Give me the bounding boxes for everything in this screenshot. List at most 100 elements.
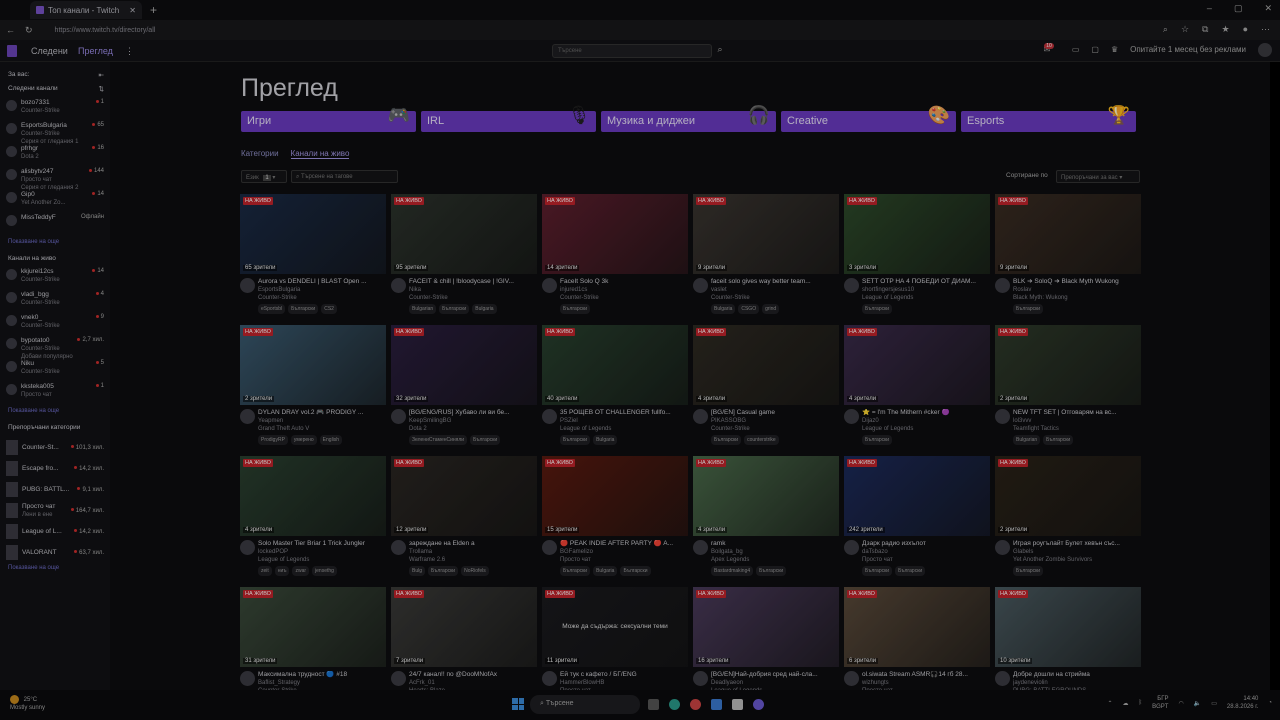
stream-title[interactable]: 35 РОЩЕВ ОТ CHALLENGER fullfo...: [560, 409, 688, 417]
tag[interactable]: Български: [862, 435, 893, 445]
channel-avatar[interactable]: [391, 278, 406, 293]
sidebar-category[interactable]: League of L... 14,2 хил.: [6, 521, 104, 542]
sidebar-channel-pfrhgr[interactable]: pfrhgr Dota 2 16: [6, 145, 104, 168]
tag[interactable]: Български: [560, 566, 591, 576]
channel-avatar[interactable]: [542, 278, 557, 293]
channel-avatar[interactable]: [542, 540, 557, 555]
channel-avatar[interactable]: [844, 671, 859, 686]
category-creative[interactable]: Creative 🎨: [781, 105, 956, 132]
inbox-icon[interactable]: ▭: [1072, 45, 1080, 54]
crown-icon[interactable]: ♛: [1111, 45, 1118, 54]
stream-thumbnail[interactable]: НА ЖИВО 2 зрители: [240, 325, 386, 405]
task-view-icon[interactable]: [648, 699, 659, 710]
channel-avatar[interactable]: [844, 278, 859, 293]
sidebar-category[interactable]: Escape fro... 14,2 хил.: [6, 458, 104, 479]
stream-title[interactable]: Ей тук с кафето / БГ/ENG: [560, 671, 688, 679]
store-icon[interactable]: [711, 699, 722, 710]
sidebar-channel-esportsbulgaria[interactable]: EsportsBulgaria Counter-Strike Серия от гл…: [6, 122, 104, 145]
stream-thumbnail[interactable]: НА ЖИВО 95 зрители: [391, 194, 537, 274]
stream-thumbnail[interactable]: НА ЖИВО 7 зрители: [391, 587, 537, 667]
sidebar-category[interactable]: VALORANT 63,7 хил.: [6, 542, 104, 563]
language-indicator[interactable]: БГР BGPT: [1152, 695, 1168, 711]
game-name[interactable]: Counter-Strike: [409, 294, 537, 302]
tag[interactable]: Български: [862, 304, 893, 314]
stream-card[interactable]: НА ЖИВО 4 зрители [BG/EN] Casual game PIKAS…: [693, 325, 839, 452]
stream-card[interactable]: НА ЖИВО 2 зрители NEW TFT SET | Отговарям …: [995, 325, 1141, 452]
tag[interactable]: Български: [560, 304, 591, 314]
stream-card[interactable]: НА ЖИВО 9 зрители BLK ➔ SoloQ ➔ Black Myth…: [995, 194, 1141, 321]
stream-thumbnail[interactable]: НА ЖИВО 4 зрители: [240, 456, 386, 536]
nav-browse[interactable]: Преглед: [78, 46, 113, 56]
category-irl[interactable]: IRL 🎙: [421, 105, 596, 132]
sort-select[interactable]: Препоръчани за вас ▾: [1056, 170, 1140, 183]
game-name[interactable]: League of Legends: [258, 556, 386, 564]
menu-icon[interactable]: ⋯: [1261, 24, 1270, 35]
weather-widget[interactable]: 25°C Mostly sunny: [10, 695, 45, 712]
stream-card[interactable]: НА ЖИВО 16 зрители [BG/EN]Най-добрия сред …: [693, 587, 839, 690]
tab-live-channels[interactable]: Канали на живо: [290, 149, 350, 159]
sidebar-channel-gip0[interactable]: Gip0 Yet Another Zo... 14: [6, 191, 104, 214]
stream-thumbnail[interactable]: НА ЖИВО 4 зрители: [844, 325, 990, 405]
category-games[interactable]: Игри 🎮: [241, 105, 416, 132]
tag[interactable]: grind: [762, 304, 780, 314]
tag[interactable]: Bastardmaking4: [711, 566, 754, 576]
tag[interactable]: zwar: [292, 566, 310, 576]
channel-avatar[interactable]: [995, 278, 1010, 293]
category-esports[interactable]: Esports 🏆: [961, 105, 1136, 132]
stream-thumbnail[interactable]: НА ЖИВО 40 зрители: [542, 325, 688, 405]
sidebar-category[interactable]: Counter-St... 101,3 хил.: [6, 437, 104, 458]
stream-thumbnail[interactable]: НА ЖИВО 242 зрители: [844, 456, 990, 536]
stream-title[interactable]: faceit solo gives way better team...: [711, 278, 839, 286]
start-icon[interactable]: [512, 698, 524, 710]
stream-title[interactable]: ol.siwata Stream ASMR🎧14 гб 28...: [862, 671, 990, 679]
twitch-logo-icon[interactable]: [7, 45, 17, 57]
tag[interactable]: Български: [1013, 566, 1044, 576]
search-icon[interactable]: ⌕: [713, 44, 727, 58]
extensions-icon[interactable]: ⧉: [1202, 24, 1208, 35]
stream-thumbnail[interactable]: НА ЖИВО 10 зрители: [995, 587, 1141, 667]
channel-name[interactable]: PSZiel: [560, 417, 688, 425]
show-more-link[interactable]: Показване на още: [8, 565, 104, 571]
bluetooth-icon[interactable]: ᛒ: [1139, 700, 1143, 706]
channel-name[interactable]: lockedPOP: [258, 548, 386, 556]
sidebar-channel-niku[interactable]: Niku Counter-Strike 5: [6, 360, 104, 383]
channel-name[interactable]: KeepSmilingBG: [409, 417, 537, 425]
stream-thumbnail[interactable]: НА ЖИВО 16 зрители: [693, 587, 839, 667]
stream-thumbnail[interactable]: НА ЖИВО 14 зрители: [542, 194, 688, 274]
game-name[interactable]: Counter-Strike: [560, 294, 688, 302]
stream-card[interactable]: НА ЖИВО 31 зрители Максимална трудност 🔵 #…: [240, 587, 386, 690]
game-name[interactable]: Warframe 2.6: [409, 556, 537, 564]
favorites-icon[interactable]: ★: [1221, 24, 1229, 35]
url-field[interactable]: https://www.twitch.tv/directory/all: [55, 27, 156, 34]
sidebar-category[interactable]: Просто чат Лени в ене 164,7 хил.: [6, 500, 104, 521]
channel-avatar[interactable]: [240, 409, 255, 424]
whispers-icon[interactable]: ▢: [1091, 45, 1099, 54]
tag[interactable]: Български: [895, 566, 926, 576]
stream-title[interactable]: 🔴 PEAK INDIE AFTER PARTY 🔴 A...: [560, 540, 688, 548]
tag[interactable]: eSportsbl: [258, 304, 286, 314]
game-name[interactable]: Просто чат: [862, 556, 990, 564]
stream-thumbnail[interactable]: НА ЖИВО 9 зрители: [693, 194, 839, 274]
sidebar-channel-bozo7331[interactable]: bozo7331 Counter-Strike 1: [6, 99, 104, 122]
game-name[interactable]: Counter-Strike: [711, 425, 839, 433]
channel-name[interactable]: shortfingersjesus10: [862, 286, 990, 294]
stream-thumbnail[interactable]: НА ЖИВО 15 зрители: [542, 456, 688, 536]
sidebar-channel-vladibgg[interactable]: vladi_bgg Counter-Strike 4: [6, 291, 104, 314]
tag[interactable]: Български: [288, 304, 319, 314]
tag[interactable]: CSGO: [738, 304, 760, 314]
show-more-link[interactable]: Показване на още: [8, 239, 104, 245]
stream-title[interactable]: Добре дошли на стрийма: [1013, 671, 1141, 679]
sort-icon[interactable]: ⇅: [99, 85, 104, 93]
stream-title[interactable]: NEW TFT SET | Отговарям на вс...: [1013, 409, 1141, 417]
channel-avatar[interactable]: [391, 409, 406, 424]
language-filter[interactable]: Език 1 ▾: [241, 170, 287, 183]
tag[interactable]: Български: [1013, 304, 1044, 314]
stream-title[interactable]: BLK ➔ SoloQ ➔ Black Myth Wukong: [1013, 278, 1141, 286]
channel-avatar[interactable]: [542, 409, 557, 424]
stream-card[interactable]: НА ЖИВО 7 зрители 24/7 канал!! по @DooMNof…: [391, 587, 537, 690]
new-tab-icon[interactable]: +: [150, 3, 157, 17]
channel-name[interactable]: BGFamelizo: [560, 548, 688, 556]
stream-title[interactable]: Solo Master Tier Briar 1 Trick Jungler: [258, 540, 386, 548]
nav-following[interactable]: Следени: [31, 46, 68, 56]
channel-avatar[interactable]: [995, 409, 1010, 424]
